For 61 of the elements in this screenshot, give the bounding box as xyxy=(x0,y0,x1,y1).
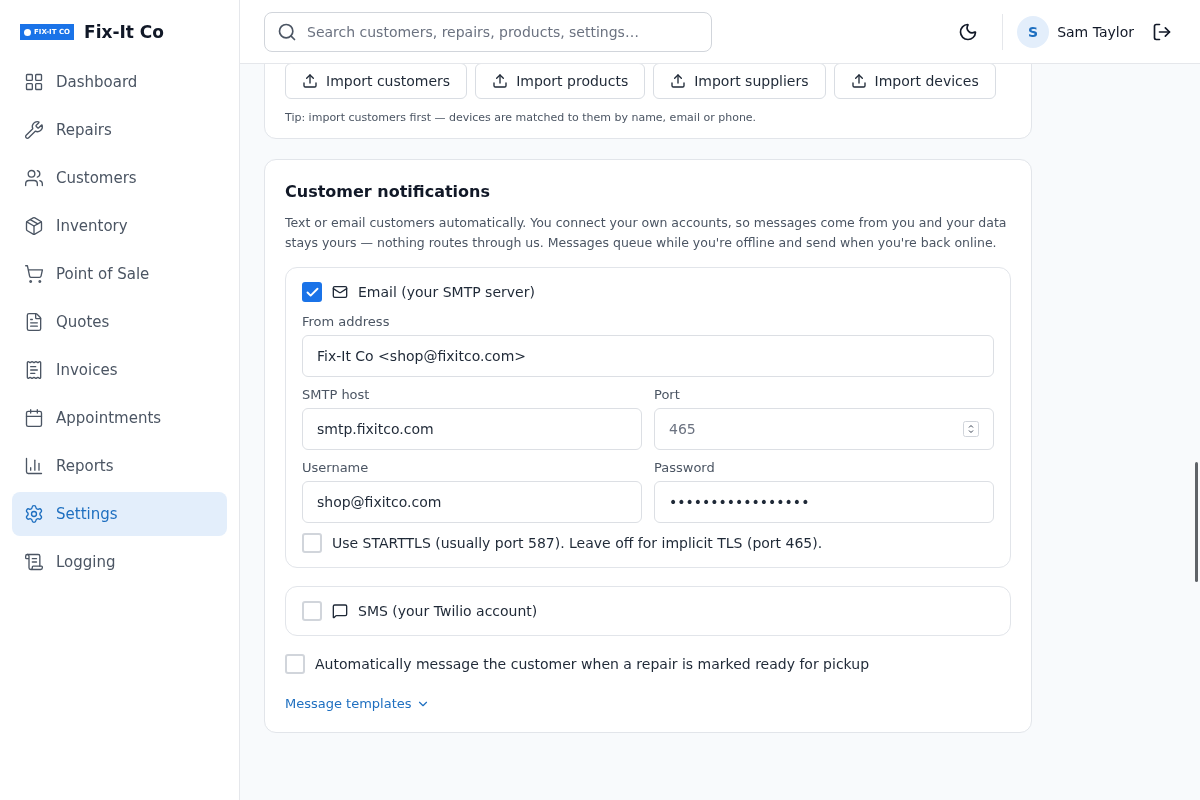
search-icon xyxy=(277,21,297,42)
checkbox-label: Automatically message the customer when a repair is marked ready for pickup xyxy=(315,656,869,672)
field-label: From address xyxy=(302,314,391,329)
input-field[interactable]: ••••••••••••••••• xyxy=(654,481,994,523)
receipt-icon xyxy=(24,360,44,380)
nav-item[interactable]: Settings xyxy=(12,492,227,536)
nav-item[interactable]: Logging xyxy=(12,540,227,584)
import-button[interactable]: Import devices xyxy=(833,64,996,99)
spinner-icon[interactable] xyxy=(963,421,979,437)
tip-text: Tip: import customers first — devices are matched to them by name, email or phone. xyxy=(285,111,758,124)
wrench-icon xyxy=(24,120,44,140)
checkbox[interactable] xyxy=(285,654,305,674)
field-label: Port xyxy=(654,387,681,402)
channel-label: Email (your SMTP server) xyxy=(358,284,535,300)
nav-item[interactable]: Quotes xyxy=(12,300,227,344)
input-field[interactable]: smtp.fixitco.com xyxy=(302,408,642,450)
nav-item[interactable]: Point of Sale xyxy=(12,252,227,296)
settings-icon xyxy=(24,504,44,524)
search-input[interactable]: Search customers, repairs, products, settings… xyxy=(305,22,699,41)
field-label: Username xyxy=(302,460,370,475)
checkbox-label: Use STARTTLS (usually port 587). Leave off for implicit TLS (port 465). xyxy=(332,535,823,551)
templates-link[interactable]: Message templates xyxy=(285,696,430,711)
nav-item[interactable]: Reports xyxy=(12,444,227,488)
user-name: Sam Taylor xyxy=(1057,23,1134,40)
brand-name: Fix-It Co xyxy=(84,22,165,42)
upload-icon xyxy=(670,73,687,89)
scroll-icon xyxy=(24,552,44,572)
nav-item[interactable]: Customers xyxy=(12,156,227,200)
checkbox[interactable] xyxy=(302,533,322,553)
nav-item[interactable]: Appointments xyxy=(12,396,227,440)
checkbox[interactable] xyxy=(302,282,322,302)
import-button[interactable]: Import customers xyxy=(285,64,468,99)
users-icon xyxy=(24,168,44,188)
box-icon xyxy=(24,216,44,236)
calendar-icon xyxy=(24,408,44,428)
envelope-icon xyxy=(332,284,348,300)
chat-bubble-icon xyxy=(332,603,348,619)
field-label: Password xyxy=(654,460,716,475)
checkbox[interactable] xyxy=(302,601,322,621)
nav-item[interactable]: Invoices xyxy=(12,348,227,392)
nav-item[interactable]: Repairs xyxy=(12,108,227,152)
nav-item[interactable]: Inventory xyxy=(12,204,227,248)
input-field[interactable]: shop@fixitco.com xyxy=(302,481,642,523)
upload-icon xyxy=(492,73,509,89)
card-description: Text or email customers automatically. You connect your own accounts, so messages come from you and your data stays yours — nothing routes through us. Messages queue while you're offline and send when you're back online. xyxy=(285,214,1008,252)
bar-chart-icon xyxy=(24,456,44,476)
field-label: SMTP host xyxy=(302,387,371,402)
import-button[interactable]: Import suppliers xyxy=(653,64,826,99)
cart-icon xyxy=(24,264,44,284)
nav-item[interactable]: Dashboard xyxy=(12,60,227,104)
upload-icon xyxy=(302,73,318,89)
upload-icon xyxy=(850,73,867,89)
document-icon xyxy=(24,312,44,332)
search-field[interactable]: Search customers, repairs, products, settings… xyxy=(264,11,712,52)
grid-icon xyxy=(24,72,44,92)
avatar: S xyxy=(1017,15,1050,48)
input-field[interactable]: 465 xyxy=(654,408,994,450)
channel-label: SMS (your Twilio account) xyxy=(358,603,538,619)
import-button[interactable]: Import products xyxy=(475,64,646,99)
card-title: Customer notifications xyxy=(285,182,491,201)
input-field[interactable]: Fix-It Co <shop@fixitco.com> xyxy=(302,335,994,377)
